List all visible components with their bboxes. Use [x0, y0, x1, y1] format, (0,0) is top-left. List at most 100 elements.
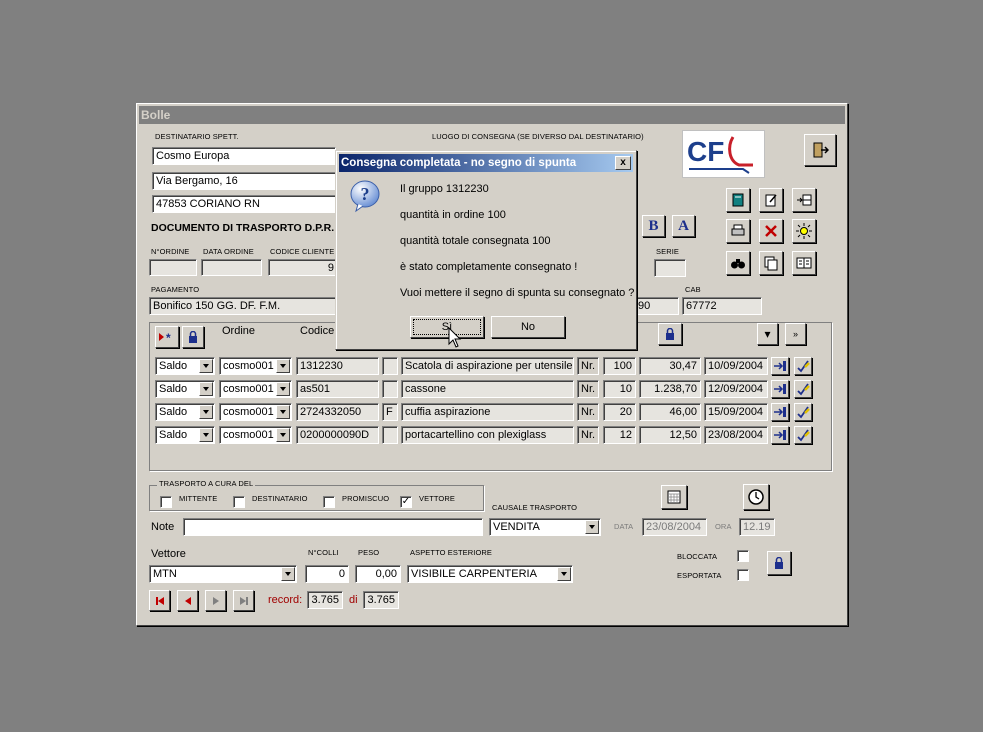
destinatario-address-field[interactable]: Via Bergamo, 16 — [152, 172, 336, 190]
data-field[interactable]: 23/08/2004 — [642, 518, 707, 536]
row-descrizione-field[interactable]: cassone — [401, 380, 574, 398]
chevron-down-icon[interactable] — [557, 567, 571, 581]
row-price-field[interactable]: 1.238,70 — [639, 380, 701, 398]
row-flag-field[interactable] — [382, 357, 398, 375]
row-tipo-select[interactable]: Saldo — [155, 426, 215, 444]
row-qty-field[interactable]: 12 — [603, 426, 636, 444]
cab-field[interactable]: 67772 — [682, 297, 762, 315]
row-um-field[interactable]: Nr. — [577, 403, 599, 421]
row-qty-field[interactable]: 10 — [603, 380, 636, 398]
first-record-button[interactable] — [149, 590, 170, 611]
chevron-down-icon[interactable] — [199, 359, 213, 373]
previous-record-button[interactable] — [177, 590, 198, 611]
book-button[interactable] — [726, 188, 750, 212]
row-codice-field[interactable]: as501 — [296, 380, 379, 398]
search-button[interactable] — [726, 251, 750, 275]
note-field[interactable] — [183, 518, 483, 536]
no-button[interactable]: No — [491, 316, 565, 338]
causale-select[interactable]: VENDITA — [489, 518, 601, 536]
serie-field[interactable] — [654, 259, 686, 277]
chevron-down-icon[interactable] — [276, 382, 290, 396]
row-cliente-select[interactable]: cosmo001 — [219, 426, 292, 444]
text-format-button[interactable]: A — [672, 215, 695, 237]
dialog-close-button[interactable]: x — [615, 156, 631, 170]
row-codice-field[interactable]: 0200000090D — [296, 426, 379, 444]
destinatario-checkbox[interactable] — [233, 496, 245, 508]
row-tipo-select[interactable]: Saldo — [155, 357, 215, 375]
row-goto-button[interactable] — [771, 380, 789, 398]
row-um-field[interactable]: Nr. — [577, 357, 599, 375]
bloccata-checkbox[interactable] — [737, 550, 749, 562]
aspetto-select[interactable]: VISIBILE CARPENTERIA — [407, 565, 573, 583]
vettore-checkbox[interactable]: ✓ — [400, 496, 412, 508]
codice-cliente-field[interactable]: 9 — [268, 259, 338, 276]
colli-field[interactable]: 0 — [305, 565, 349, 583]
row-codice-field[interactable]: 1312230 — [296, 357, 379, 375]
new-record-button[interactable] — [792, 219, 816, 243]
lock-rows-button[interactable] — [182, 326, 204, 348]
row-cliente-select[interactable]: cosmo001 — [219, 380, 292, 398]
form-view-button[interactable] — [792, 251, 816, 275]
pagamento-field[interactable]: Bonifico 150 GG. DF. F.M. — [149, 297, 338, 315]
print-button[interactable] — [726, 219, 750, 243]
scroll-last-button[interactable]: » — [785, 323, 806, 345]
delete-button[interactable] — [759, 219, 783, 243]
yes-button[interactable]: Sì — [410, 316, 484, 338]
chevron-down-icon[interactable] — [199, 428, 213, 442]
row-goto-button[interactable] — [771, 403, 789, 421]
record-current-field[interactable]: 3.765 — [307, 591, 343, 609]
row-date-field[interactable]: 15/09/2004 — [704, 403, 768, 421]
mittente-checkbox[interactable] — [160, 496, 172, 508]
row-descrizione-field[interactable]: cuffia aspirazione — [401, 403, 574, 421]
scroll-down-button[interactable]: ▾ — [757, 323, 778, 345]
peso-field[interactable]: 0,00 — [355, 565, 401, 583]
row-tipo-select[interactable]: Saldo — [155, 380, 215, 398]
row-mark-delivered-button[interactable] — [794, 357, 812, 375]
row-cliente-select[interactable]: cosmo001 — [219, 403, 292, 421]
lock-prices-button[interactable] — [658, 323, 682, 345]
row-mark-delivered-button[interactable] — [794, 426, 812, 444]
row-cliente-select[interactable]: cosmo001 — [219, 357, 292, 375]
row-goto-button[interactable] — [771, 357, 789, 375]
row-flag-field[interactable]: F — [382, 403, 398, 421]
chevron-down-icon[interactable] — [276, 428, 290, 442]
row-mark-delivered-button[interactable] — [794, 380, 812, 398]
row-um-field[interactable]: Nr. — [577, 380, 599, 398]
edit-document-button[interactable] — [759, 188, 783, 212]
chevron-down-icon[interactable] — [276, 405, 290, 419]
row-descrizione-field[interactable]: Scatola di aspirazione per utensile c — [401, 357, 574, 375]
row-qty-field[interactable]: 20 — [603, 403, 636, 421]
row-flag-field[interactable] — [382, 426, 398, 444]
data-ordine-field[interactable] — [201, 259, 262, 276]
new-row-button[interactable]: * — [155, 326, 179, 348]
calendar-button[interactable] — [661, 485, 687, 509]
chevron-down-icon[interactable] — [199, 405, 213, 419]
vettore-select[interactable]: MTN — [149, 565, 297, 583]
esportata-checkbox[interactable] — [737, 569, 749, 581]
chevron-down-icon[interactable] — [585, 520, 599, 534]
row-date-field[interactable]: 10/09/2004 — [704, 357, 768, 375]
last-record-button[interactable] — [233, 590, 254, 611]
row-codice-field[interactable]: 2724332050 — [296, 403, 379, 421]
row-um-field[interactable]: Nr. — [577, 426, 599, 444]
promiscuo-checkbox[interactable] — [323, 496, 335, 508]
row-goto-button[interactable] — [771, 426, 789, 444]
row-price-field[interactable]: 30,47 — [639, 357, 701, 375]
row-descrizione-field[interactable]: portacartellino con plexiglass — [401, 426, 574, 444]
abi-field[interactable]: 90 — [634, 297, 679, 315]
lock-document-button[interactable] — [767, 551, 791, 575]
ora-field[interactable]: 12.19 — [739, 518, 775, 536]
row-date-field[interactable]: 12/09/2004 — [704, 380, 768, 398]
destinatario-city-field[interactable]: 47853 CORIANO RN — [152, 195, 336, 213]
chevron-down-icon[interactable] — [199, 382, 213, 396]
row-price-field[interactable]: 46,00 — [639, 403, 701, 421]
row-mark-delivered-button[interactable] — [794, 403, 812, 421]
copy-button[interactable] — [759, 251, 783, 275]
insert-row-button[interactable] — [792, 188, 816, 212]
clock-button[interactable] — [743, 484, 769, 510]
bold-button[interactable]: B — [642, 215, 665, 237]
row-tipo-select[interactable]: Saldo — [155, 403, 215, 421]
row-qty-field[interactable]: 100 — [603, 357, 636, 375]
row-price-field[interactable]: 12,50 — [639, 426, 701, 444]
row-flag-field[interactable] — [382, 380, 398, 398]
